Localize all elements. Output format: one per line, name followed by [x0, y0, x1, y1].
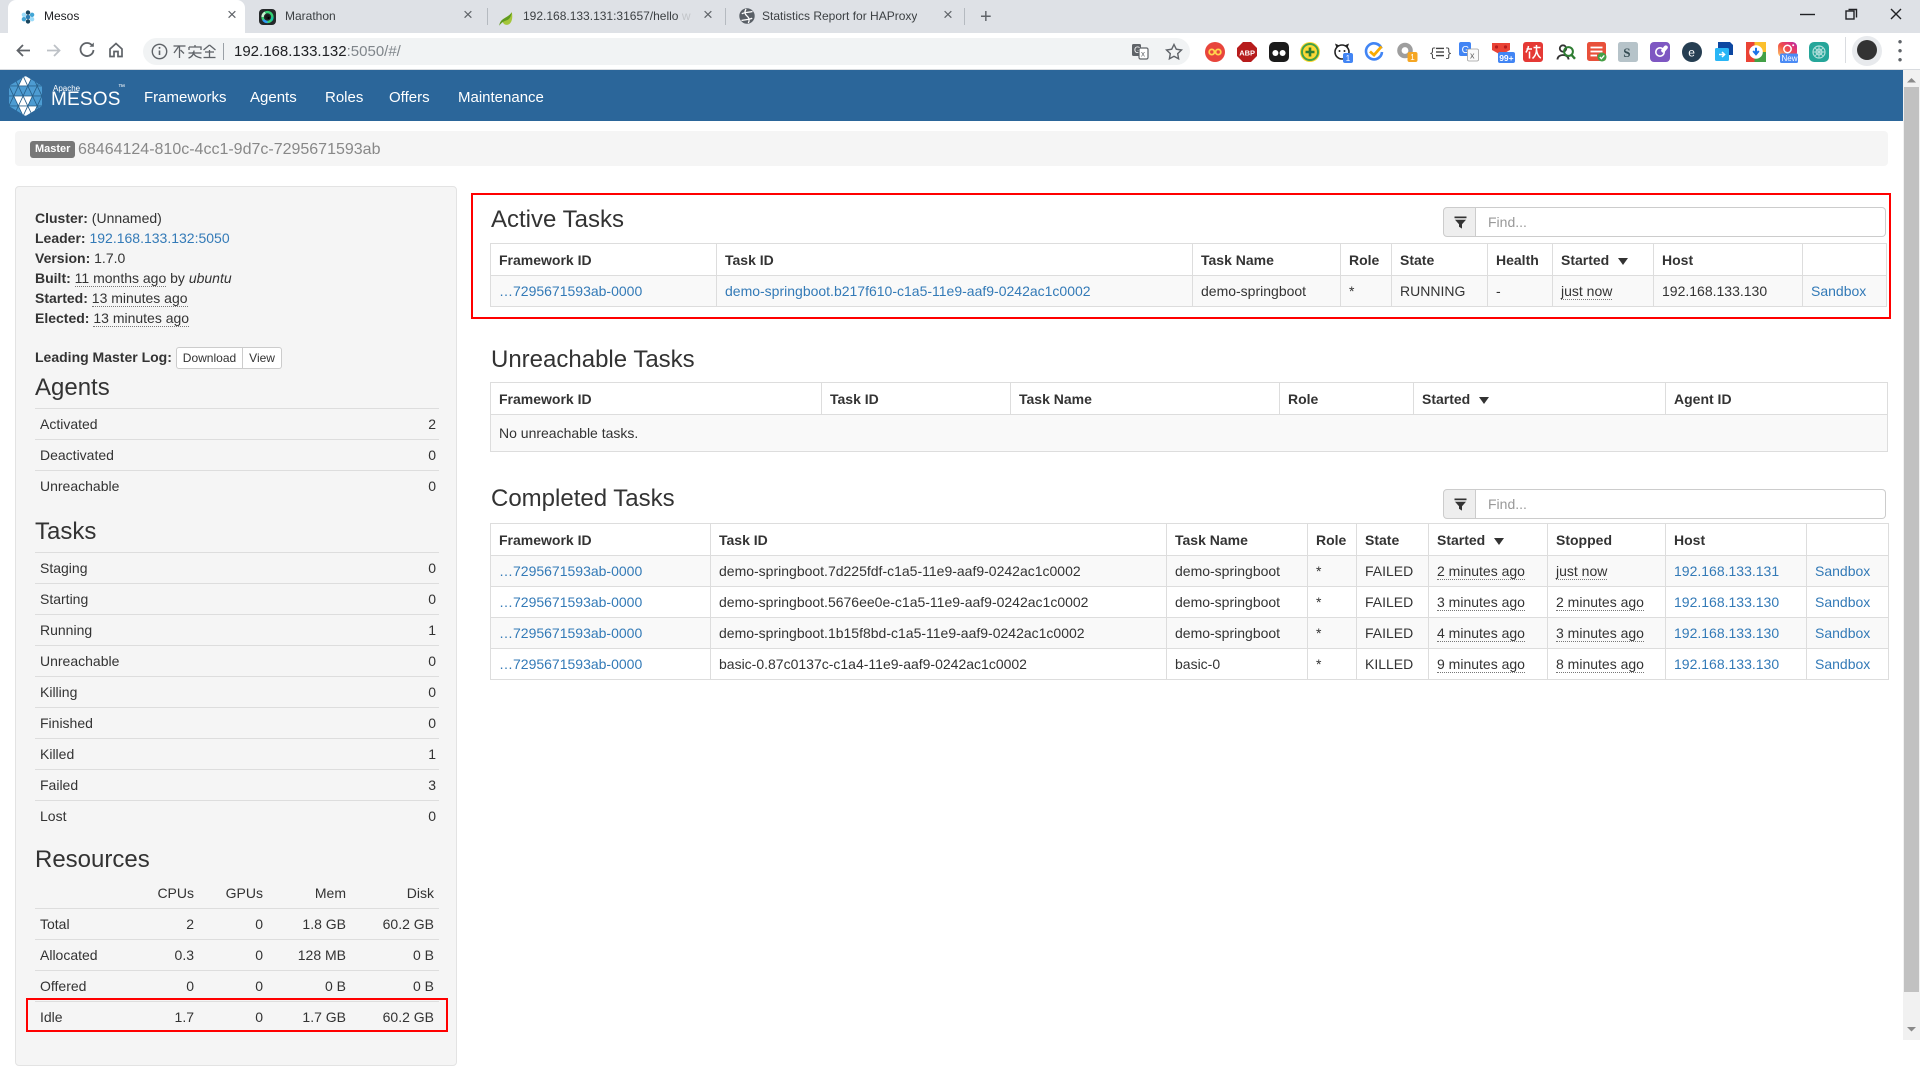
svg-text:1: 1	[1346, 54, 1351, 63]
svg-text:e: e	[1688, 46, 1695, 60]
svg-text:S: S	[1623, 45, 1630, 60]
svg-text:}: }	[1445, 47, 1452, 61]
svg-text:x: x	[1470, 51, 1475, 61]
svg-text:99+: 99+	[1499, 53, 1513, 63]
svg-text:x: x	[1141, 50, 1145, 59]
svg-text:{: {	[1429, 47, 1436, 61]
svg-text:1: 1	[1410, 53, 1415, 62]
svg-text:New: New	[1782, 54, 1798, 63]
svg-text:ABP: ABP	[1239, 49, 1255, 58]
